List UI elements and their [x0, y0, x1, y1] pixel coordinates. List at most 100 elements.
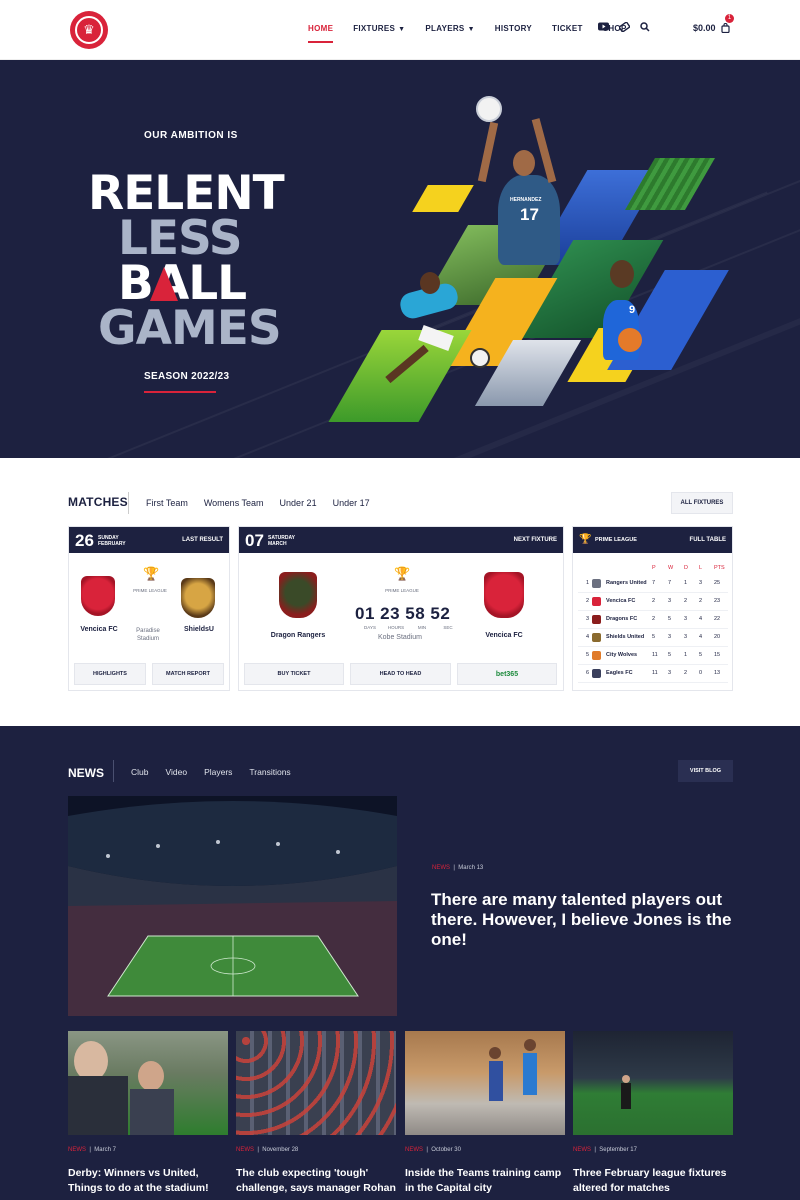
full-table-link[interactable]: FULL TABLE: [690, 537, 726, 543]
league-row[interactable]: Dragons FC 3 2 5 3 4 22: [578, 611, 728, 629]
tab-first-team[interactable]: First Team: [146, 498, 188, 508]
team-crest-icon: [592, 633, 601, 642]
league-cell-l: 4: [699, 634, 703, 640]
tab-under-17[interactable]: Under 17: [333, 498, 370, 508]
red-triangle-accent: [150, 267, 178, 301]
league-team-name: Vencica FC: [606, 598, 636, 604]
trophy-icon: 🏆: [143, 566, 160, 581]
league-cell-p: 5: [652, 634, 656, 640]
woman-jersey-number: 9: [629, 304, 636, 316]
tab-club[interactable]: Club: [131, 767, 148, 777]
match-day: 26: [75, 531, 94, 550]
news-meta: NEWS | November 28: [236, 1147, 299, 1153]
league-cell-d: 2: [684, 598, 688, 604]
team-crest-icon: [592, 669, 601, 678]
league-cell-d: 1: [684, 652, 688, 658]
league-row[interactable]: Rangers United 1 7 7 1 3 25: [578, 575, 728, 593]
youtube-icon[interactable]: [598, 22, 609, 31]
news-title[interactable]: Derby: Winners vs United, Things to do a…: [68, 1166, 230, 1196]
home-team-name: Vencica FC: [80, 626, 118, 633]
nav-home[interactable]: HOME: [308, 24, 334, 43]
league-row[interactable]: Eagles FC 6 11 3 2 0 13: [578, 665, 728, 683]
league-title: PRIME LEAGUE: [595, 537, 637, 543]
countdown-labels: DAYS HOURS MIN SEC: [364, 625, 453, 630]
league-row[interactable]: Shields United 4 5 3 3 4 20: [578, 629, 728, 647]
hero-season: SEASON 2022/23: [144, 371, 230, 382]
yellow-panel: [412, 185, 474, 212]
site-header: ♛ HOME FIXTURES ▼ PLAYERS ▼ HISTORY TICKET…: [0, 0, 800, 60]
league-row[interactable]: Vencica FC 2 2 3 2 2 23: [578, 593, 728, 611]
trophy-icon: 🏆: [394, 566, 411, 581]
match-report-button[interactable]: MATCH REPORT: [152, 663, 224, 685]
player-head: [513, 150, 535, 176]
league-cell-pts: 15: [714, 652, 721, 658]
league-team-name: Shields United: [606, 634, 645, 640]
league-cell-pos: 3: [586, 616, 590, 622]
bet365-button[interactable]: bet365: [457, 663, 557, 685]
tab-under-21[interactable]: Under 21: [280, 498, 317, 508]
lion-crest-icon: ♛: [75, 16, 103, 44]
news-thumb-fans[interactable]: [68, 1031, 228, 1135]
featured-title[interactable]: There are many talented players out ther…: [431, 890, 736, 950]
league-cell-l: 0: [699, 670, 703, 676]
news-title[interactable]: Three February league fixtures altered f…: [573, 1166, 735, 1196]
dragon-crest: [279, 572, 317, 618]
team-crest-icon: [592, 579, 601, 588]
news-title[interactable]: Inside the Teams training camp in the Ca…: [405, 1166, 567, 1196]
header-icons: [598, 22, 650, 32]
vencica-crest: [484, 572, 524, 618]
league-cell-w: 7: [668, 580, 672, 586]
team-crest-icon: [592, 615, 601, 624]
card-header: 🏆 PRIME LEAGUE FULL TABLE: [573, 527, 732, 553]
tab-transitions[interactable]: Transitions: [249, 767, 290, 777]
league-cell-p: 2: [652, 616, 656, 622]
search-icon[interactable]: [640, 22, 650, 32]
visit-blog-button[interactable]: VISIT BLOG: [678, 760, 733, 782]
nav-players[interactable]: PLAYERS ▼: [425, 24, 474, 33]
woman-player-head: [610, 260, 634, 288]
league-team-name: City Wolves: [606, 652, 638, 658]
player-arm: [531, 118, 557, 183]
tab-womens-team[interactable]: Womens Team: [204, 498, 264, 508]
nav-ticket[interactable]: TICKET: [552, 24, 583, 33]
trophy-icon: 🏆: [579, 534, 592, 545]
news-title[interactable]: The club expecting 'tough' challenge, sa…: [236, 1166, 398, 1196]
cart-count-badge: 1: [725, 14, 734, 23]
nav-history[interactable]: HISTORY: [495, 24, 532, 33]
nav-fixtures[interactable]: FIXTURES ▼: [353, 24, 405, 33]
hero-eyebrow: OUR AMBITION IS: [144, 130, 238, 141]
featured-stadium-image[interactable]: [68, 796, 397, 1016]
news-thumb-match[interactable]: [573, 1031, 733, 1135]
match-date-info: SATURDAY MARCH: [268, 535, 295, 547]
league-cell-w: 5: [668, 616, 672, 622]
tab-players[interactable]: Players: [204, 767, 232, 777]
news-thumb-training[interactable]: [405, 1031, 565, 1135]
head-to-head-button[interactable]: HEAD TO HEAD: [350, 663, 451, 685]
league-cell-w: 3: [668, 598, 672, 604]
all-fixtures-button[interactable]: ALL FIXTURES: [671, 492, 733, 514]
ticket-icon[interactable]: [619, 22, 630, 32]
league-cell-p: 11: [652, 652, 658, 658]
main-nav: HOME FIXTURES ▼ PLAYERS ▼ HISTORY TICKET S…: [308, 24, 647, 43]
league-team-name: Eagles FC: [606, 670, 633, 676]
last-result-label: LAST RESULT: [182, 537, 223, 543]
league-cell-pos: 4: [586, 634, 590, 640]
buy-ticket-button[interactable]: BUY TICKET: [244, 663, 344, 685]
league-cell-p: 2: [652, 598, 656, 604]
league-cell-l: 5: [699, 652, 703, 658]
news-heading: NEWS: [68, 766, 104, 780]
news-thumb-crowd[interactable]: [236, 1031, 396, 1135]
next-fixture-label: NEXT FIXTURE: [513, 537, 557, 543]
league-cell-pts: 23: [714, 598, 721, 604]
league-cell-pts: 25: [714, 580, 721, 586]
cart-button[interactable]: $0.00: [693, 23, 730, 34]
club-logo[interactable]: ♛: [70, 11, 108, 49]
shields-crest: [181, 578, 215, 618]
basketball-icon: [618, 328, 642, 352]
player-jersey-name: HERNANDEZ: [510, 197, 542, 203]
highlights-button[interactable]: HIGHLIGHTS: [74, 663, 146, 685]
league-row[interactable]: City Wolves 5 11 5 1 5 15: [578, 647, 728, 665]
tab-video[interactable]: Video: [165, 767, 187, 777]
league-cell-p: 11: [652, 670, 658, 676]
team-crest-icon: [592, 597, 601, 606]
